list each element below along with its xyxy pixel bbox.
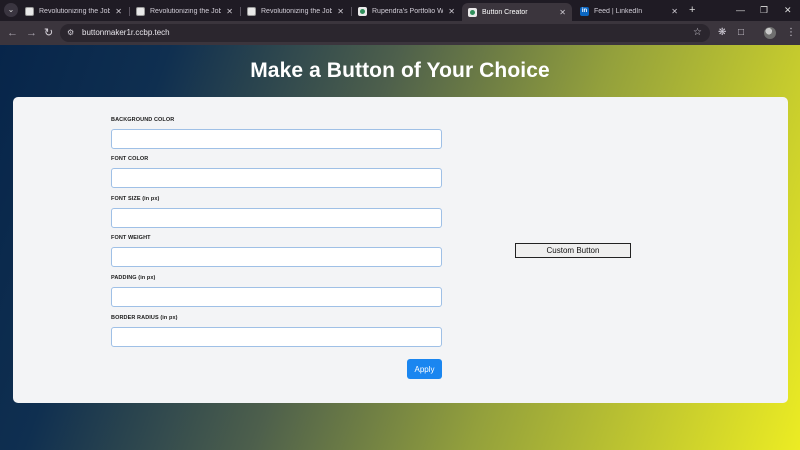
- background-color-input[interactable]: [111, 129, 442, 149]
- reload-icon[interactable]: ↻: [44, 26, 53, 40]
- tab-title: Button Creator: [482, 8, 528, 16]
- font-weight-input[interactable]: [111, 247, 442, 267]
- tab-linkedin[interactable]: in Feed | LinkedIn ✕: [574, 3, 684, 19]
- back-arrow-icon[interactable]: ←: [7, 26, 18, 40]
- tab-portfolio[interactable]: Rupendra's Portfolio Web ✕: [352, 3, 461, 19]
- puzzle-icon[interactable]: □: [738, 26, 744, 40]
- font-size-input[interactable]: [111, 208, 442, 228]
- doc-favicon-icon: [136, 6, 145, 16]
- minimize-icon[interactable]: —: [736, 3, 745, 17]
- page-background: Make a Button of Your Choice BACKGROUND …: [0, 45, 800, 450]
- tab-revolutionizing-1[interactable]: Revolutionizing the Job M ✕: [19, 3, 128, 19]
- doc-favicon-icon: [247, 6, 256, 16]
- ccbp-favicon-icon: [358, 6, 367, 16]
- close-icon[interactable]: ✕: [448, 7, 455, 16]
- border-radius-field: BORDER RADIUS (in px): [111, 315, 442, 347]
- page-title: Make a Button of Your Choice: [250, 59, 550, 82]
- tab-revolutionizing-2[interactable]: Revolutionizing the Job M ✕: [130, 3, 239, 19]
- linkedin-favicon-icon: in: [580, 6, 589, 16]
- tab-search-icon[interactable]: ⌄: [4, 3, 18, 17]
- profile-avatar[interactable]: [764, 27, 776, 39]
- ccbp-favicon-icon: [468, 7, 477, 17]
- tab-title: Revolutionizing the Job M: [261, 7, 333, 15]
- font-color-input[interactable]: [111, 168, 442, 188]
- tab-strip: ⌄ Revolutionizing the Job M ✕ Revolution…: [0, 0, 800, 21]
- address-bar: ← → ↻ ⚙ buttonmaker1r.ccbp.tech ☆ ❋ □ ⋮: [0, 21, 800, 45]
- forward-arrow-icon[interactable]: →: [26, 26, 37, 40]
- extension-icon[interactable]: ❋: [718, 26, 726, 40]
- button-creator-card: BACKGROUND COLOR FONT COLOR FONT SIZE (i…: [13, 97, 788, 403]
- window-close-icon[interactable]: ✕: [784, 3, 792, 17]
- omnibox[interactable]: ⚙ buttonmaker1r.ccbp.tech ☆: [60, 24, 710, 42]
- border-radius-label: BORDER RADIUS (in px): [111, 315, 178, 321]
- close-icon[interactable]: ✕: [671, 7, 678, 16]
- menu-kebab-icon[interactable]: ⋮: [786, 26, 796, 40]
- font-size-field: FONT SIZE (in px): [111, 196, 442, 228]
- url-text[interactable]: buttonmaker1r.ccbp.tech: [82, 28, 170, 38]
- restore-icon[interactable]: ❐: [760, 3, 768, 17]
- new-tab-icon[interactable]: +: [689, 3, 695, 17]
- site-info-icon[interactable]: ⚙: [67, 28, 74, 38]
- padding-field: PADDING (in px): [111, 275, 442, 307]
- close-icon[interactable]: ✕: [226, 7, 233, 16]
- tab-title: Revolutionizing the Job M: [39, 7, 111, 15]
- close-icon[interactable]: ✕: [559, 8, 566, 17]
- border-radius-input[interactable]: [111, 327, 442, 347]
- tab-title: Feed | LinkedIn: [594, 7, 643, 15]
- font-size-label: FONT SIZE (in px): [111, 196, 160, 202]
- apply-button[interactable]: Apply: [407, 359, 442, 379]
- tab-title: Revolutionizing the Job M: [150, 7, 222, 15]
- background-color-label: BACKGROUND COLOR: [111, 117, 175, 123]
- tab-title: Rupendra's Portfolio Web: [372, 7, 444, 15]
- bookmark-star-icon[interactable]: ☆: [693, 27, 702, 39]
- background-color-field: BACKGROUND COLOR: [111, 117, 442, 149]
- custom-button-preview[interactable]: Custom Button: [515, 243, 631, 258]
- close-icon[interactable]: ✕: [115, 7, 122, 16]
- close-icon[interactable]: ✕: [337, 7, 344, 16]
- padding-input[interactable]: [111, 287, 442, 307]
- font-weight-field: FONT WEIGHT: [111, 235, 442, 267]
- padding-label: PADDING (in px): [111, 275, 156, 281]
- tab-revolutionizing-3[interactable]: Revolutionizing the Job M ✕: [241, 3, 350, 19]
- font-weight-label: FONT WEIGHT: [111, 235, 151, 241]
- tab-button-creator[interactable]: Button Creator ✕: [462, 3, 572, 21]
- font-color-field: FONT COLOR: [111, 156, 442, 188]
- font-color-label: FONT COLOR: [111, 156, 149, 162]
- doc-favicon-icon: [25, 6, 34, 16]
